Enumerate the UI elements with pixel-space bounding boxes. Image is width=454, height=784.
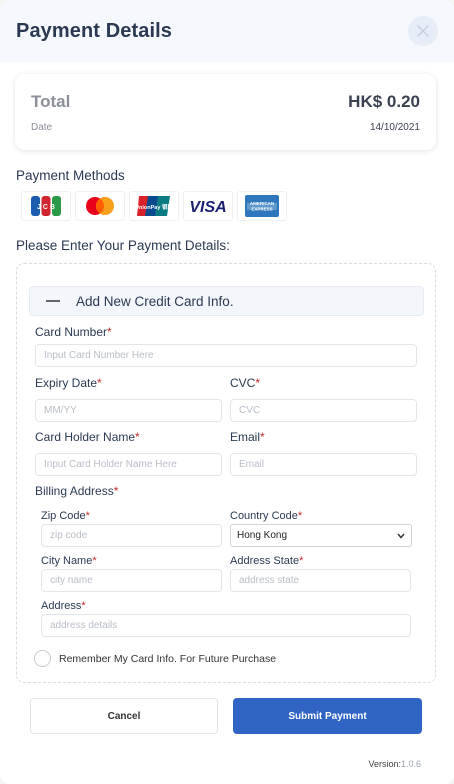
remember-radio[interactable] <box>34 650 51 667</box>
zip-code-label: Zip Code* <box>41 510 90 522</box>
remember-card-option[interactable]: Remember My Card Info. For Future Purcha… <box>34 650 276 667</box>
payment-methods-title: Payment Methods <box>16 168 125 183</box>
unionpay-icon: UnionPay 银联 <box>129 191 179 221</box>
payment-methods-list: J C B UnionPay 银联 VISA AMERICAN EXPRESS <box>21 191 287 221</box>
city-name-label: City Name* <box>41 555 97 567</box>
total-label: Total <box>31 92 71 111</box>
payment-summary-card: Total HK$ 0.20 Date 14/10/2021 <box>15 74 436 150</box>
submit-payment-button[interactable]: Submit Payment <box>233 698 422 734</box>
mastercard-icon <box>75 191 125 221</box>
address-input[interactable] <box>41 614 411 637</box>
date-value: 14/10/2021 <box>369 122 420 133</box>
add-card-toggle[interactable]: Add New Credit Card Info. <box>29 286 424 316</box>
remember-label: Remember My Card Info. For Future Purcha… <box>59 652 277 665</box>
country-code-label: Country Code* <box>230 510 303 522</box>
credit-card-form: Add New Credit Card Info. Card Number* E… <box>16 263 436 683</box>
cvc-input[interactable] <box>230 399 417 422</box>
address-label: Address* <box>41 600 86 612</box>
modal-header: Payment Details <box>0 0 454 62</box>
cvc-label: CVC* <box>230 376 261 390</box>
zip-code-input[interactable] <box>41 524 222 547</box>
expiry-date-label: Expiry Date* <box>35 376 102 390</box>
email-label: Email* <box>230 430 265 444</box>
jcb-card-icon: J C B <box>21 191 71 221</box>
amex-icon: AMERICAN EXPRESS <box>237 191 287 221</box>
version-number: 1.0.6 <box>400 759 421 769</box>
address-state-input[interactable] <box>230 569 411 592</box>
version-label: Version: <box>368 759 401 769</box>
card-number-label: Card Number* <box>35 325 112 339</box>
billing-address-label: Billing Address* <box>35 484 119 498</box>
svg-text:AMERICAN: AMERICAN <box>250 201 274 206</box>
card-number-input[interactable] <box>35 344 417 367</box>
total-amount: HK$ 0.20 <box>348 92 420 111</box>
svg-text:EXPRESS: EXPRESS <box>251 207 272 212</box>
payment-details-title: Please Enter Your Payment Details: <box>16 238 230 253</box>
svg-text:J C B: J C B <box>37 204 55 211</box>
close-button[interactable] <box>408 16 438 46</box>
city-name-input[interactable] <box>41 569 222 592</box>
chevron-down-icon <box>397 533 405 539</box>
date-label: Date <box>31 122 53 133</box>
email-field[interactable] <box>230 453 417 476</box>
version-info: Version:1.0.6 <box>368 759 421 769</box>
card-holder-label: Card Holder Name* <box>35 430 140 444</box>
page-title: Payment Details <box>16 19 173 42</box>
minus-icon <box>46 300 60 302</box>
cancel-button[interactable]: Cancel <box>30 698 218 734</box>
address-state-label: Address State* <box>230 555 304 567</box>
unionpay-text: UnionPay 银联 <box>136 203 172 211</box>
country-code-select[interactable]: Hong Kong <box>230 524 412 547</box>
add-card-label: Add New Credit Card Info. <box>76 293 234 309</box>
close-icon <box>417 25 429 37</box>
country-code-value: Hong Kong <box>237 530 288 541</box>
expiry-date-input[interactable] <box>35 399 222 422</box>
visa-icon: VISA <box>183 191 233 221</box>
payment-modal: Payment Details Total HK$ 0.20 Date 14/1… <box>0 0 454 784</box>
visa-text: VISA <box>189 199 226 216</box>
card-holder-input[interactable] <box>35 453 222 476</box>
